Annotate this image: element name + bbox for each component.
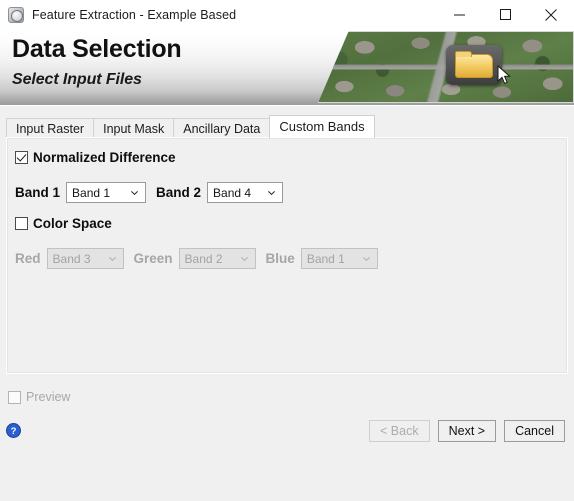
app-circle-icon <box>8 6 24 23</box>
normalized-difference-checkbox-row[interactable]: Normalized Difference <box>15 150 283 165</box>
preview-label: Preview <box>26 390 71 404</box>
maximize-icon[interactable] <box>482 0 528 29</box>
preview-checkbox[interactable] <box>8 390 21 404</box>
mouse-pointer-icon <box>497 65 511 85</box>
color-space-group: Color Space Red Band 3 Green Band 2 Blue… <box>15 216 378 269</box>
tab-input-raster[interactable]: Input Raster <box>6 118 95 138</box>
tab-custom-bands[interactable]: Custom Bands <box>269 115 375 138</box>
title-bar: Feature Extraction - Example Based <box>0 0 574 29</box>
red-label: Red <box>15 251 41 266</box>
close-icon[interactable] <box>528 0 574 29</box>
green-band-value: Band 2 <box>184 251 223 266</box>
red-band-value: Band 3 <box>52 251 91 266</box>
band2-dropdown[interactable]: Band 4 <box>207 182 284 203</box>
band1-value: Band 1 <box>72 185 111 200</box>
green-band-dropdown[interactable]: Band 2 <box>178 248 256 269</box>
normalized-difference-group: Normalized Difference Band 1 Band 1 Band… <box>15 150 284 203</box>
red-band-dropdown[interactable]: Band 3 <box>46 248 124 269</box>
blue-label: Blue <box>265 251 295 266</box>
band2-label: Band 2 <box>156 185 202 200</box>
chevron-down-icon <box>131 190 138 195</box>
page-subtitle: Select Input Files <box>12 71 142 88</box>
tab-input-mask[interactable]: Input Mask <box>93 118 175 138</box>
chevron-down-icon <box>108 256 116 261</box>
minimize-icon[interactable] <box>436 0 482 29</box>
page-banner: Data Selection Select Input Files <box>0 29 574 106</box>
preview-checkbox-row[interactable]: Preview <box>8 390 70 404</box>
back-button[interactable]: < Back <box>369 420 430 442</box>
tab-ancillary-data[interactable]: Ancillary Data <box>173 118 271 138</box>
help-question-icon[interactable]: ? <box>6 423 21 438</box>
chevron-down-icon <box>240 256 248 261</box>
dialog-buttons: < Back Next > Cancel <box>369 420 565 442</box>
window-controls <box>436 0 574 29</box>
color-space-checkbox-row[interactable]: Color Space <box>15 216 378 231</box>
chevron-down-icon <box>362 256 370 261</box>
folder-icon <box>446 45 502 85</box>
normalized-difference-checkbox[interactable] <box>15 151 28 164</box>
page-title: Data Selection <box>12 35 182 63</box>
band1-label: Band 1 <box>15 185 61 200</box>
green-label: Green <box>133 251 173 266</box>
next-button[interactable]: Next > <box>437 420 497 442</box>
color-space-checkbox[interactable] <box>15 217 28 230</box>
color-space-fields: Red Band 3 Green Band 2 Blue Band 1 <box>15 248 378 269</box>
color-space-label: Color Space <box>33 216 112 231</box>
blue-band-dropdown[interactable]: Band 1 <box>300 248 378 269</box>
blue-band-value: Band 1 <box>306 251 345 266</box>
chevron-down-icon <box>268 190 275 195</box>
window-title: Feature Extraction - Example Based <box>32 7 237 22</box>
cancel-button[interactable]: Cancel <box>504 420 565 442</box>
band2-value: Band 4 <box>213 185 252 200</box>
band1-dropdown[interactable]: Band 1 <box>66 182 147 203</box>
normalized-difference-label: Normalized Difference <box>33 150 176 165</box>
tab-strip: Input Raster Input Mask Ancillary Data C… <box>6 115 574 138</box>
custom-bands-panel: Normalized Difference Band 1 Band 1 Band… <box>6 137 568 374</box>
svg-text:?: ? <box>11 426 17 437</box>
normalized-difference-fields: Band 1 Band 1 Band 2 Band 4 <box>15 182 284 203</box>
